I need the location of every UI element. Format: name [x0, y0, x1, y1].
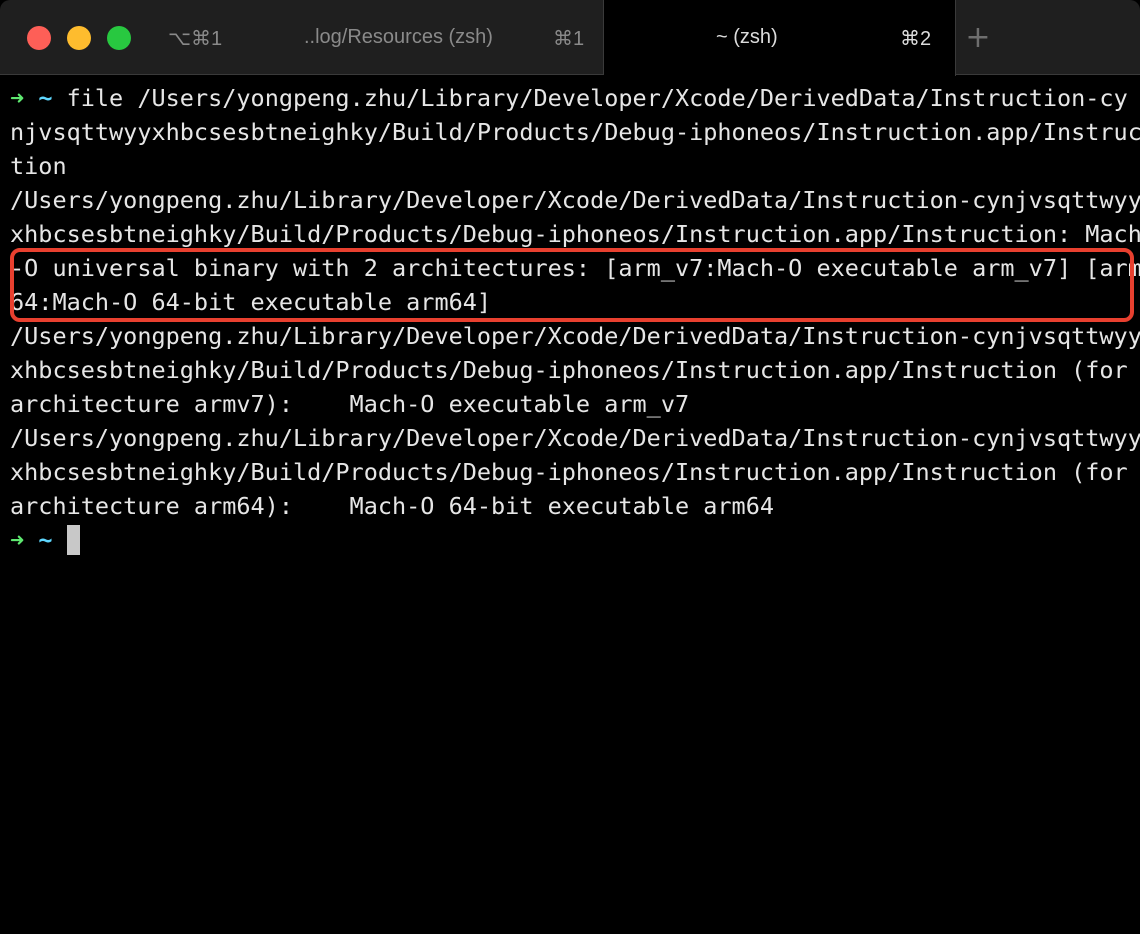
output-line: xhbcsesbtneighky/Build/Products/Debug-ip… — [10, 356, 1128, 384]
output-line: xhbcsesbtneighky/Build/Products/Debug-ip… — [10, 220, 1140, 248]
output-line: xhbcsesbtneighky/Build/Products/Debug-ip… — [10, 458, 1128, 486]
command-text: file /Users/yongpeng.zhu/Library/Develop… — [52, 84, 1128, 112]
output-line: 64:Mach-O 64-bit executable arm64] — [10, 288, 492, 316]
tab-shortcut: ⌘2 — [900, 28, 932, 50]
tab-title: ~ (zsh) — [716, 26, 778, 48]
output-line: njvsqttwyyxhbcsesbtneighky/Build/Product… — [10, 118, 1140, 146]
output-line: architecture arm64): Mach-O 64-bit execu… — [10, 492, 775, 520]
tab-shortcut: ⌘1 — [553, 28, 585, 50]
new-tab-button[interactable]: + — [962, 20, 994, 56]
prompt-directory: ~ — [38, 84, 53, 112]
output-line: architecture armv7): Mach-O executable a… — [10, 390, 690, 418]
terminal-window: ⌥⌘1 ..log/Resources (zsh) ⌘1 ~ (zsh) ⌘2 … — [0, 0, 1140, 934]
output-line: tion — [10, 152, 67, 180]
output-line: -O universal binary with 2 architectures… — [10, 254, 1140, 282]
prompt-directory: ~ — [38, 526, 53, 554]
tab-resources-zsh[interactable]: ⌥⌘1 ..log/Resources (zsh) ⌘1 — [0, 0, 604, 74]
tab-title: ..log/Resources (zsh) — [304, 26, 493, 48]
text-cursor — [66, 524, 80, 555]
output-line: /Users/yongpeng.zhu/Library/Developer/Xc… — [10, 424, 1140, 452]
tab-home-zsh[interactable]: ~ (zsh) ⌘2 — [604, 0, 956, 76]
output-line: /Users/yongpeng.zhu/Library/Developer/Xc… — [10, 322, 1140, 350]
prompt-arrow-icon: ➜ — [10, 84, 25, 112]
prompt-line: ➜ ~ — [10, 523, 80, 557]
prompt-arrow-icon: ➜ — [10, 526, 25, 554]
command-line: ➜ ~ file /Users/yongpeng.zhu/Library/Dev… — [10, 81, 1128, 115]
tab-bar: ⌥⌘1 ..log/Resources (zsh) ⌘1 ~ (zsh) ⌘2 … — [0, 0, 1140, 76]
window-shortcut-label: ⌥⌘1 — [168, 28, 223, 50]
output-line: /Users/yongpeng.zhu/Library/Developer/Xc… — [10, 186, 1140, 214]
terminal-output[interactable]: ➜ ~ file /Users/yongpeng.zhu/Library/Dev… — [0, 80, 1140, 934]
